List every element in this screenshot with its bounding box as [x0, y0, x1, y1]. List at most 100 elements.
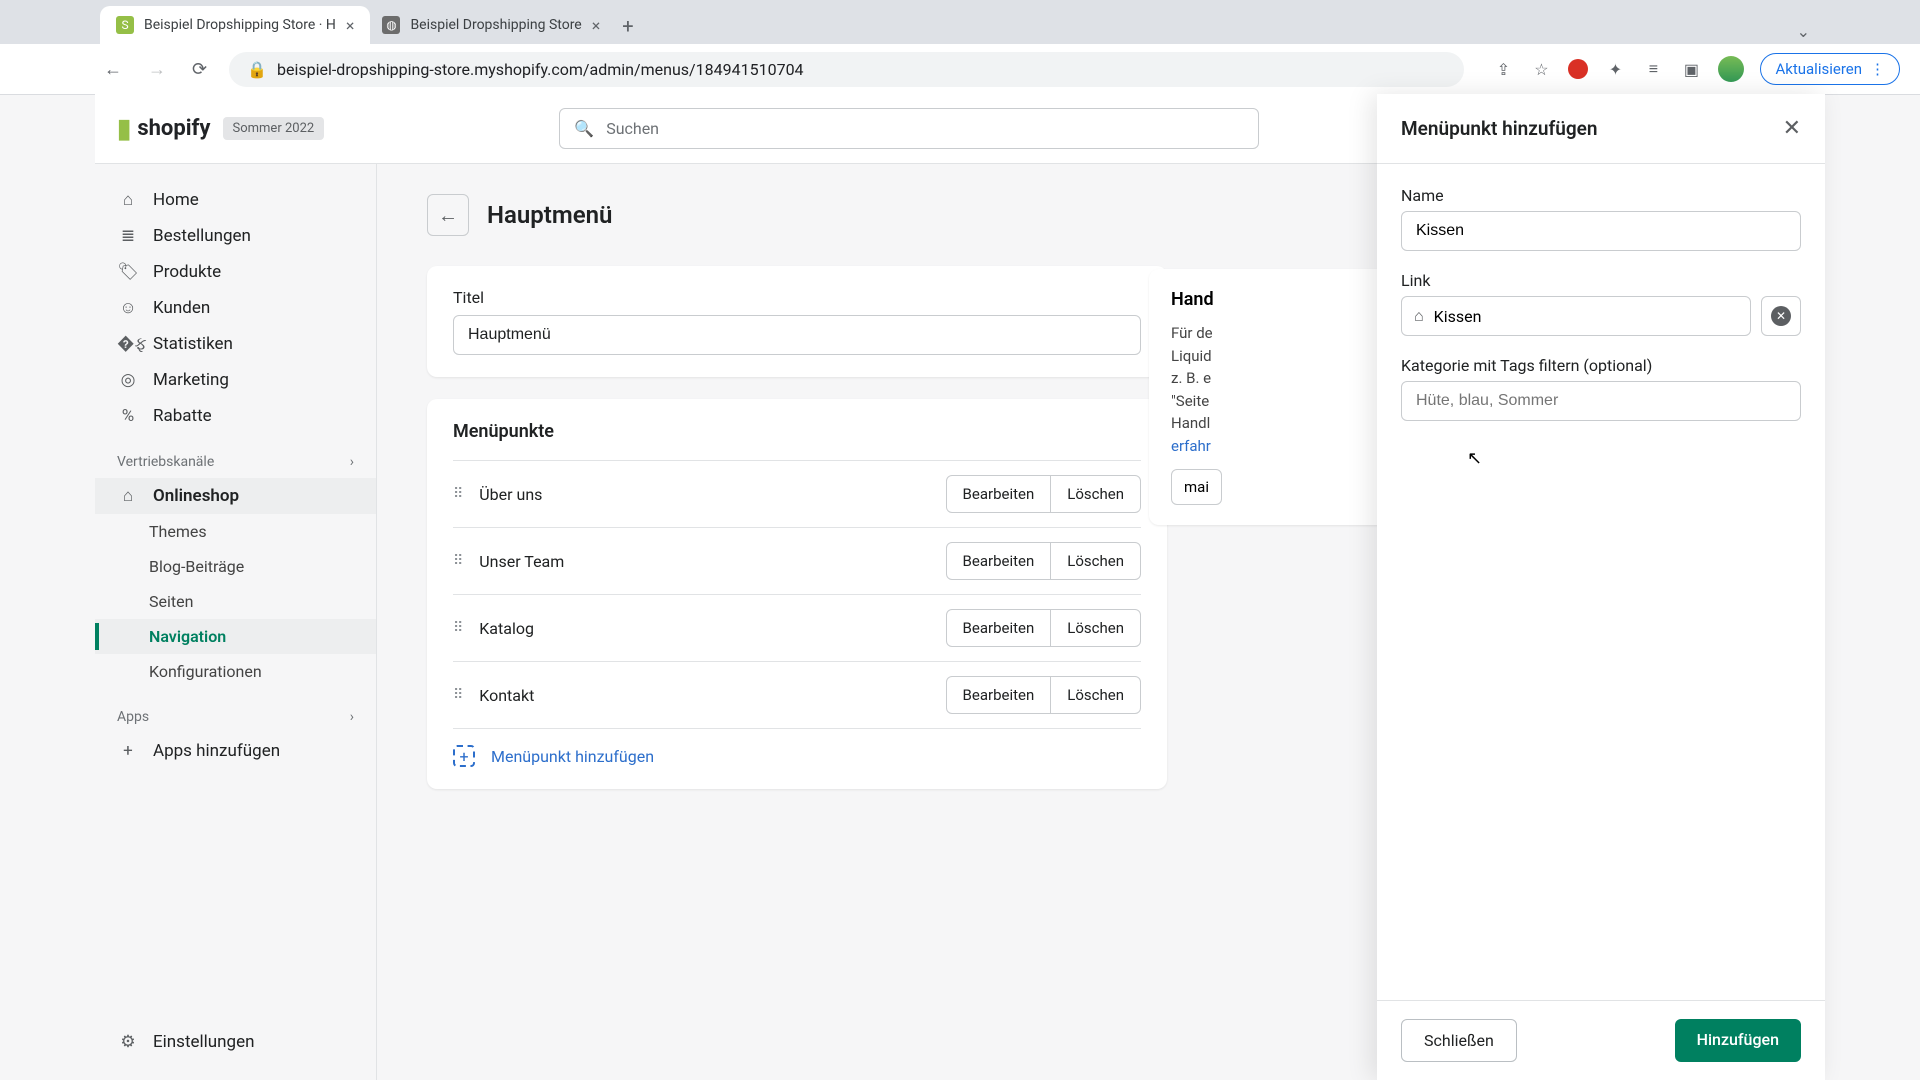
- update-label: Aktualisieren: [1775, 60, 1862, 78]
- add-button[interactable]: Hinzufügen: [1675, 1019, 1801, 1062]
- edit-button[interactable]: Bearbeiten: [947, 543, 1051, 579]
- target-icon: ◎: [117, 370, 139, 390]
- browser-tab[interactable]: ◍ Beispiel Dropshipping Store ×: [366, 6, 616, 44]
- close-button[interactable]: Schließen: [1401, 1019, 1517, 1062]
- menu-items-heading: Menüpunkte: [453, 421, 1141, 442]
- channels-header: Vertriebskanäle ›: [95, 446, 376, 478]
- panel-body: Name Link ⌂ Kissen ✕ Kategorie mit Tags …: [1377, 164, 1825, 1000]
- nav-add-apps[interactable]: +Apps hinzufügen: [95, 733, 376, 769]
- edit-button[interactable]: Bearbeiten: [947, 610, 1051, 646]
- search-input[interactable]: 🔍 Suchen: [559, 108, 1259, 149]
- list-icon[interactable]: ≡: [1642, 58, 1664, 80]
- store-icon: ⌂: [117, 486, 139, 506]
- close-icon[interactable]: ×: [346, 16, 355, 35]
- nav-home[interactable]: ⌂ Home: [95, 182, 376, 218]
- panel-icon[interactable]: ▣: [1680, 58, 1702, 80]
- percent-icon: %: [117, 406, 139, 426]
- menu-item-row: ⠿Katalog BearbeitenLöschen: [453, 594, 1141, 661]
- chevron-down-icon[interactable]: ⌄: [1797, 22, 1810, 41]
- nav-products[interactable]: 🏷Produkte: [95, 254, 376, 290]
- favicon-shopify: S: [116, 16, 134, 34]
- link-input[interactable]: ⌂ Kissen: [1401, 296, 1751, 336]
- drag-icon[interactable]: ⠿: [453, 553, 463, 569]
- close-icon[interactable]: ✕: [1783, 116, 1801, 141]
- new-tab-button[interactable]: +: [612, 8, 643, 44]
- nav-label: Apps hinzufügen: [153, 741, 280, 761]
- drag-icon[interactable]: ⠿: [453, 687, 463, 703]
- back-button[interactable]: ←: [427, 194, 469, 236]
- edit-button[interactable]: Bearbeiten: [947, 476, 1051, 512]
- nav-config[interactable]: Konfigurationen: [95, 654, 376, 689]
- nav-label: Themes: [149, 522, 207, 541]
- chevron-right-icon[interactable]: ›: [350, 454, 354, 470]
- handle-value[interactable]: mai: [1171, 469, 1222, 505]
- title-card: Titel: [427, 266, 1167, 377]
- url-field[interactable]: 🔒 beispiel-dropshipping-store.myshopify.…: [229, 52, 1464, 87]
- nav-blog[interactable]: Blog-Beiträge: [95, 549, 376, 584]
- nav-marketing[interactable]: ◎ Marketing: [95, 362, 376, 398]
- title-input[interactable]: [453, 315, 1141, 355]
- nav-customers[interactable]: ☺Kunden: [95, 290, 376, 326]
- season-badge: Sommer 2022: [223, 117, 325, 140]
- clear-link-button[interactable]: ✕: [1761, 296, 1801, 336]
- menu-item-row: ⠿Über uns BearbeitenLöschen: [453, 460, 1141, 527]
- gear-icon: ⚙: [117, 1032, 139, 1052]
- puzzle-icon[interactable]: ✦: [1604, 58, 1626, 80]
- nav-settings[interactable]: ⚙ Einstellungen: [95, 1024, 377, 1060]
- search-icon: 🔍: [574, 119, 594, 138]
- reload-icon[interactable]: ⟳: [188, 55, 211, 84]
- nav-label: Einstellungen: [153, 1032, 255, 1052]
- nav-label: Rabatte: [153, 406, 212, 426]
- nav-label: Home: [153, 190, 199, 210]
- add-menu-item-button[interactable]: + Menüpunkt hinzufügen: [453, 728, 1141, 767]
- chevron-right-icon[interactable]: ›: [350, 709, 354, 725]
- tab-strip: S Beispiel Dropshipping Store · H × ◍ Be…: [0, 0, 1920, 44]
- home-icon: ⌂: [117, 190, 139, 210]
- nav-label: Konfigurationen: [149, 662, 262, 681]
- tags-label: Kategorie mit Tags filtern (optional): [1401, 356, 1801, 375]
- search-placeholder: Suchen: [606, 119, 659, 138]
- update-button[interactable]: Aktualisieren ⋮: [1760, 53, 1900, 85]
- nav-onlineshop[interactable]: ⌂Onlineshop: [95, 478, 376, 514]
- shopify-logo[interactable]: ▮ shopify: [117, 114, 211, 144]
- learn-more-link[interactable]: erfahr: [1171, 437, 1211, 455]
- browser-actions: ⇪ ☆ ✦ ≡ ▣ Aktualisieren ⋮: [1492, 53, 1900, 85]
- nav-themes[interactable]: Themes: [95, 514, 376, 549]
- extension-icon[interactable]: [1568, 59, 1588, 79]
- delete-button[interactable]: Löschen: [1050, 610, 1140, 646]
- nav-pages[interactable]: Seiten: [95, 584, 376, 619]
- drag-icon[interactable]: ⠿: [453, 620, 463, 636]
- nav-discounts[interactable]: % Rabatte: [95, 398, 376, 434]
- name-input[interactable]: [1401, 211, 1801, 251]
- favicon-storefront: ◍: [382, 16, 400, 34]
- nav-orders[interactable]: ≣Bestellungen: [95, 218, 376, 254]
- lock-icon: 🔒: [247, 60, 267, 79]
- add-menu-item-panel: Menüpunkt hinzufügen ✕ Name Link ⌂ Kisse…: [1377, 94, 1825, 1080]
- nav-label: Blog-Beiträge: [149, 557, 244, 576]
- collection-icon: ⌂: [1414, 306, 1424, 326]
- chart-icon: �ફ: [117, 334, 139, 354]
- item-label: Unser Team: [479, 552, 564, 571]
- browser-tab-active[interactable]: S Beispiel Dropshipping Store · H ×: [100, 6, 370, 44]
- nav-label: Marketing: [153, 370, 229, 390]
- back-icon[interactable]: ←: [100, 55, 126, 84]
- share-icon[interactable]: ⇪: [1492, 58, 1514, 80]
- edit-button[interactable]: Bearbeiten: [947, 677, 1051, 713]
- profile-avatar[interactable]: [1718, 56, 1744, 82]
- star-icon[interactable]: ☆: [1530, 58, 1552, 80]
- delete-button[interactable]: Löschen: [1050, 543, 1140, 579]
- page-title: Hauptmenü: [487, 201, 612, 229]
- tab-title: Beispiel Dropshipping Store: [410, 17, 581, 33]
- nav-navigation[interactable]: Navigation: [95, 619, 376, 654]
- delete-button[interactable]: Löschen: [1050, 476, 1140, 512]
- sidebar: ⌂ Home ≣Bestellungen 🏷Produkte ☺Kunden �ફ…: [95, 164, 377, 1080]
- nav-analytics[interactable]: �ફStatistiken: [95, 326, 376, 362]
- delete-button[interactable]: Löschen: [1050, 677, 1140, 713]
- bag-icon: ▮: [117, 114, 131, 144]
- panel-footer: Schließen Hinzufügen: [1377, 1000, 1825, 1080]
- menu-item-row: ⠿ Unser Team BearbeitenLöschen: [453, 527, 1141, 594]
- forward-icon[interactable]: →: [144, 55, 170, 84]
- drag-icon[interactable]: ⠿: [453, 486, 463, 502]
- close-icon[interactable]: ×: [592, 16, 601, 35]
- tags-input[interactable]: [1401, 381, 1801, 421]
